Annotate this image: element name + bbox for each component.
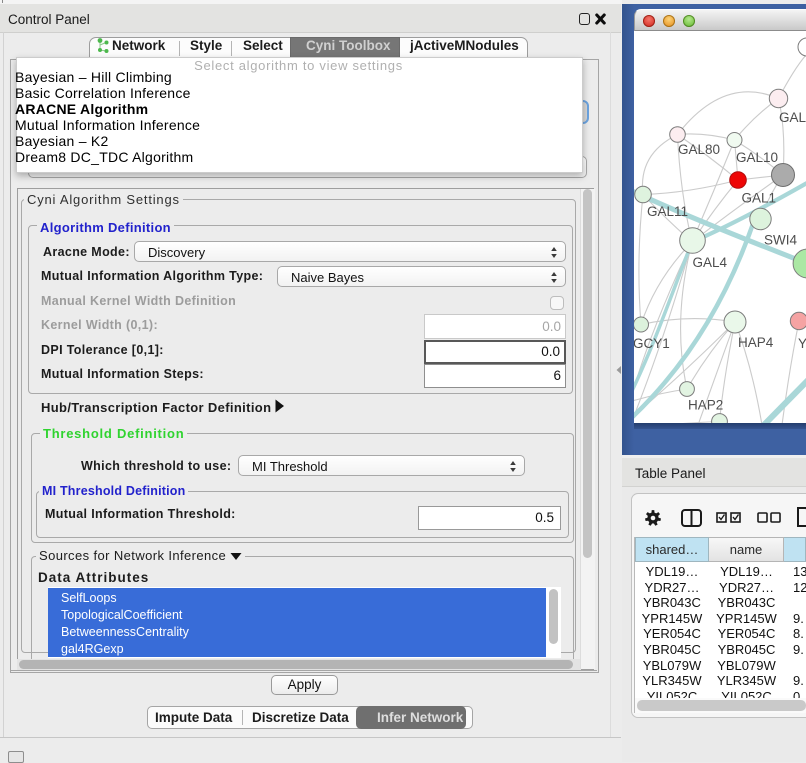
svg-text:Y: Y xyxy=(798,336,806,351)
svg-text:GAL80: GAL80 xyxy=(678,142,720,157)
svg-text:GAL10: GAL10 xyxy=(736,150,778,165)
svg-text:GAL: GAL xyxy=(779,110,806,125)
svg-text:HAP2: HAP2 xyxy=(688,398,723,413)
svg-text:SWI4: SWI4 xyxy=(764,233,797,248)
svg-text:GAL11: GAL11 xyxy=(647,204,688,219)
svg-text:GAL4: GAL4 xyxy=(693,255,728,270)
svg-text:HAP4: HAP4 xyxy=(738,335,774,350)
svg-text:GAL1: GAL1 xyxy=(742,191,777,206)
svg-text:GCY1: GCY1 xyxy=(634,336,670,351)
